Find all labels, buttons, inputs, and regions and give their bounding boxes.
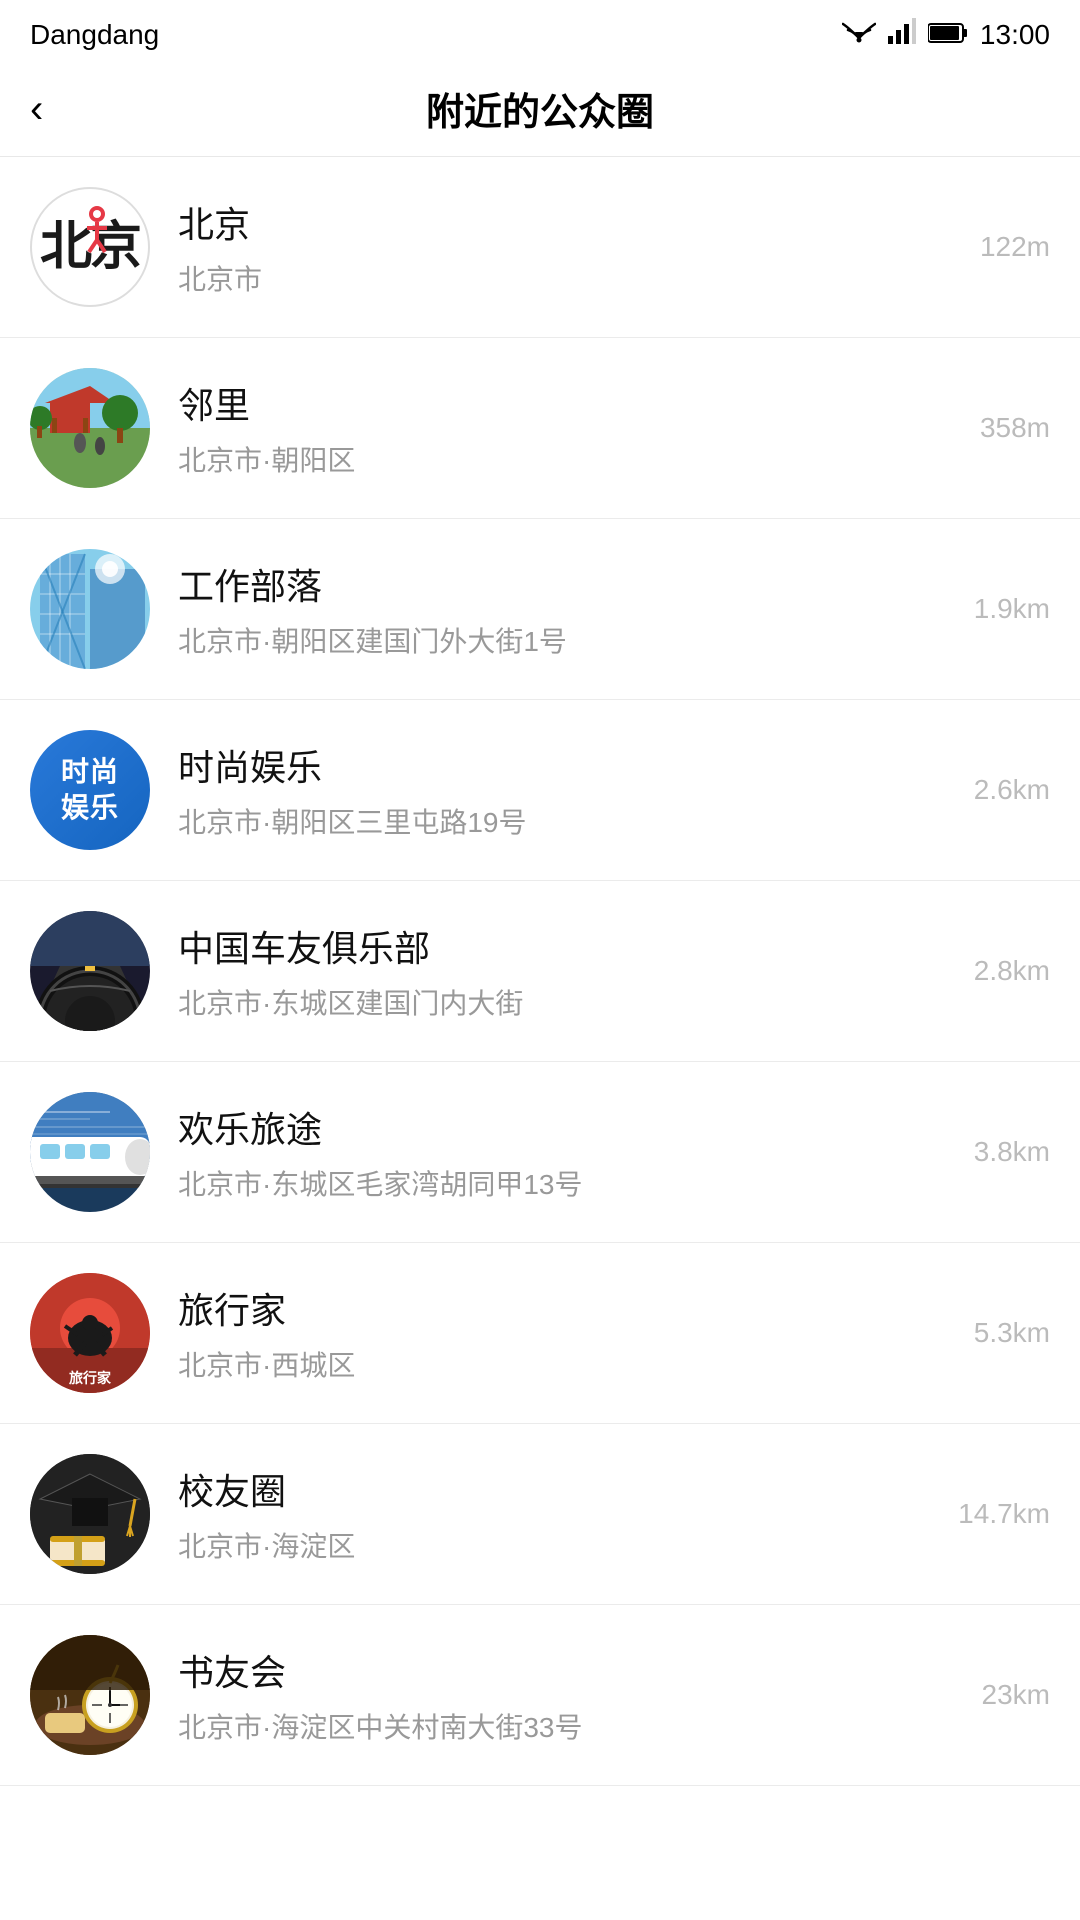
avatar: 北 京 <box>30 187 150 307</box>
wifi-icon <box>842 18 876 51</box>
status-icons: 13:00 <box>842 18 1050 51</box>
item-name: 校友圈 <box>178 1463 938 1515</box>
avatar <box>30 1454 150 1574</box>
list-item[interactable]: 工作部落 北京市·朝阳区建国门外大街1号 1.9km <box>0 519 1080 700</box>
item-distance: 1.9km <box>974 593 1050 625</box>
svg-text:北: 北 <box>40 219 92 276</box>
item-name: 书友会 <box>178 1644 962 1696</box>
item-name: 工作部落 <box>178 558 954 610</box>
avatar <box>30 1092 150 1212</box>
item-address: 北京市·西城区 <box>178 1344 954 1384</box>
list-item[interactable]: 邻里 北京市·朝阳区 358m <box>0 338 1080 519</box>
avatar <box>30 911 150 1031</box>
item-distance: 358m <box>980 412 1050 444</box>
item-name: 北京 <box>178 196 960 248</box>
item-name: 中国车友俱乐部 <box>178 920 954 972</box>
item-distance: 14.7km <box>958 1498 1050 1530</box>
list-item[interactable]: 北 京 北京 北京市 122m <box>0 157 1080 338</box>
item-distance: 5.3km <box>974 1317 1050 1349</box>
list-item[interactable]: 书友会 北京市·海淀区中关村南大街33号 23km <box>0 1605 1080 1786</box>
item-info: 旅行家 北京市·西城区 <box>178 1282 954 1384</box>
item-info: 校友圈 北京市·海淀区 <box>178 1463 938 1565</box>
nearby-list: 北 京 北京 北京市 122m <box>0 157 1080 1786</box>
list-item[interactable]: 时尚 娱乐 时尚娱乐 北京市·朝阳区三里屯路19号 2.6km <box>0 700 1080 881</box>
list-item[interactable]: 旅行家 旅行家 北京市·西城区 5.3km <box>0 1243 1080 1424</box>
item-address: 北京市·朝阳区建国门外大街1号 <box>178 620 954 660</box>
item-distance: 3.8km <box>974 1136 1050 1168</box>
page-title: 附近的公众圈 <box>426 81 654 136</box>
item-address: 北京市·朝阳区 <box>178 439 960 479</box>
item-address: 北京市·朝阳区三里屯路19号 <box>178 801 954 841</box>
item-distance: 2.6km <box>974 774 1050 806</box>
list-item[interactable]: 欢乐旅途 北京市·东城区毛家湾胡同甲13号 3.8km <box>0 1062 1080 1243</box>
svg-text:旅行家: 旅行家 <box>69 1370 112 1387</box>
item-address: 北京市·东城区毛家湾胡同甲13号 <box>178 1163 954 1203</box>
item-info: 北京 北京市 <box>178 196 960 298</box>
item-info: 欢乐旅途 北京市·东城区毛家湾胡同甲13号 <box>178 1101 954 1203</box>
avatar: 时尚 娱乐 <box>30 730 150 850</box>
list-item[interactable]: 校友圈 北京市·海淀区 14.7km <box>0 1424 1080 1605</box>
fashion-label: 时尚 娱乐 <box>61 754 119 827</box>
header: ‹ 附近的公众圈 <box>0 61 1080 157</box>
battery-icon <box>928 19 968 51</box>
time-label: 13:00 <box>980 19 1050 51</box>
item-name: 欢乐旅途 <box>178 1101 954 1153</box>
item-name: 旅行家 <box>178 1282 954 1334</box>
item-info: 工作部落 北京市·朝阳区建国门外大街1号 <box>178 558 954 660</box>
avatar <box>30 1635 150 1755</box>
item-address: 北京市·东城区建国门内大街 <box>178 982 954 1022</box>
avatar <box>30 549 150 669</box>
item-name: 时尚娱乐 <box>178 739 954 791</box>
item-info: 时尚娱乐 北京市·朝阳区三里屯路19号 <box>178 739 954 841</box>
list-item[interactable]: 中国车友俱乐部 北京市·东城区建国门内大街 2.8km <box>0 881 1080 1062</box>
item-distance: 2.8km <box>974 955 1050 987</box>
back-button[interactable]: ‹ <box>30 89 43 129</box>
carrier-label: Dangdang <box>30 19 159 51</box>
item-info: 书友会 北京市·海淀区中关村南大街33号 <box>178 1644 962 1746</box>
item-info: 邻里 北京市·朝阳区 <box>178 377 960 479</box>
item-address: 北京市·海淀区中关村南大街33号 <box>178 1706 962 1746</box>
item-name: 邻里 <box>178 377 960 429</box>
avatar <box>30 368 150 488</box>
item-info: 中国车友俱乐部 北京市·东城区建国门内大街 <box>178 920 954 1022</box>
signal-icon <box>888 18 916 51</box>
item-address: 北京市 <box>178 258 960 298</box>
item-address: 北京市·海淀区 <box>178 1525 938 1565</box>
item-distance: 23km <box>982 1679 1050 1711</box>
status-bar: Dangdang <box>0 0 1080 61</box>
avatar: 旅行家 <box>30 1273 150 1393</box>
item-distance: 122m <box>980 231 1050 263</box>
